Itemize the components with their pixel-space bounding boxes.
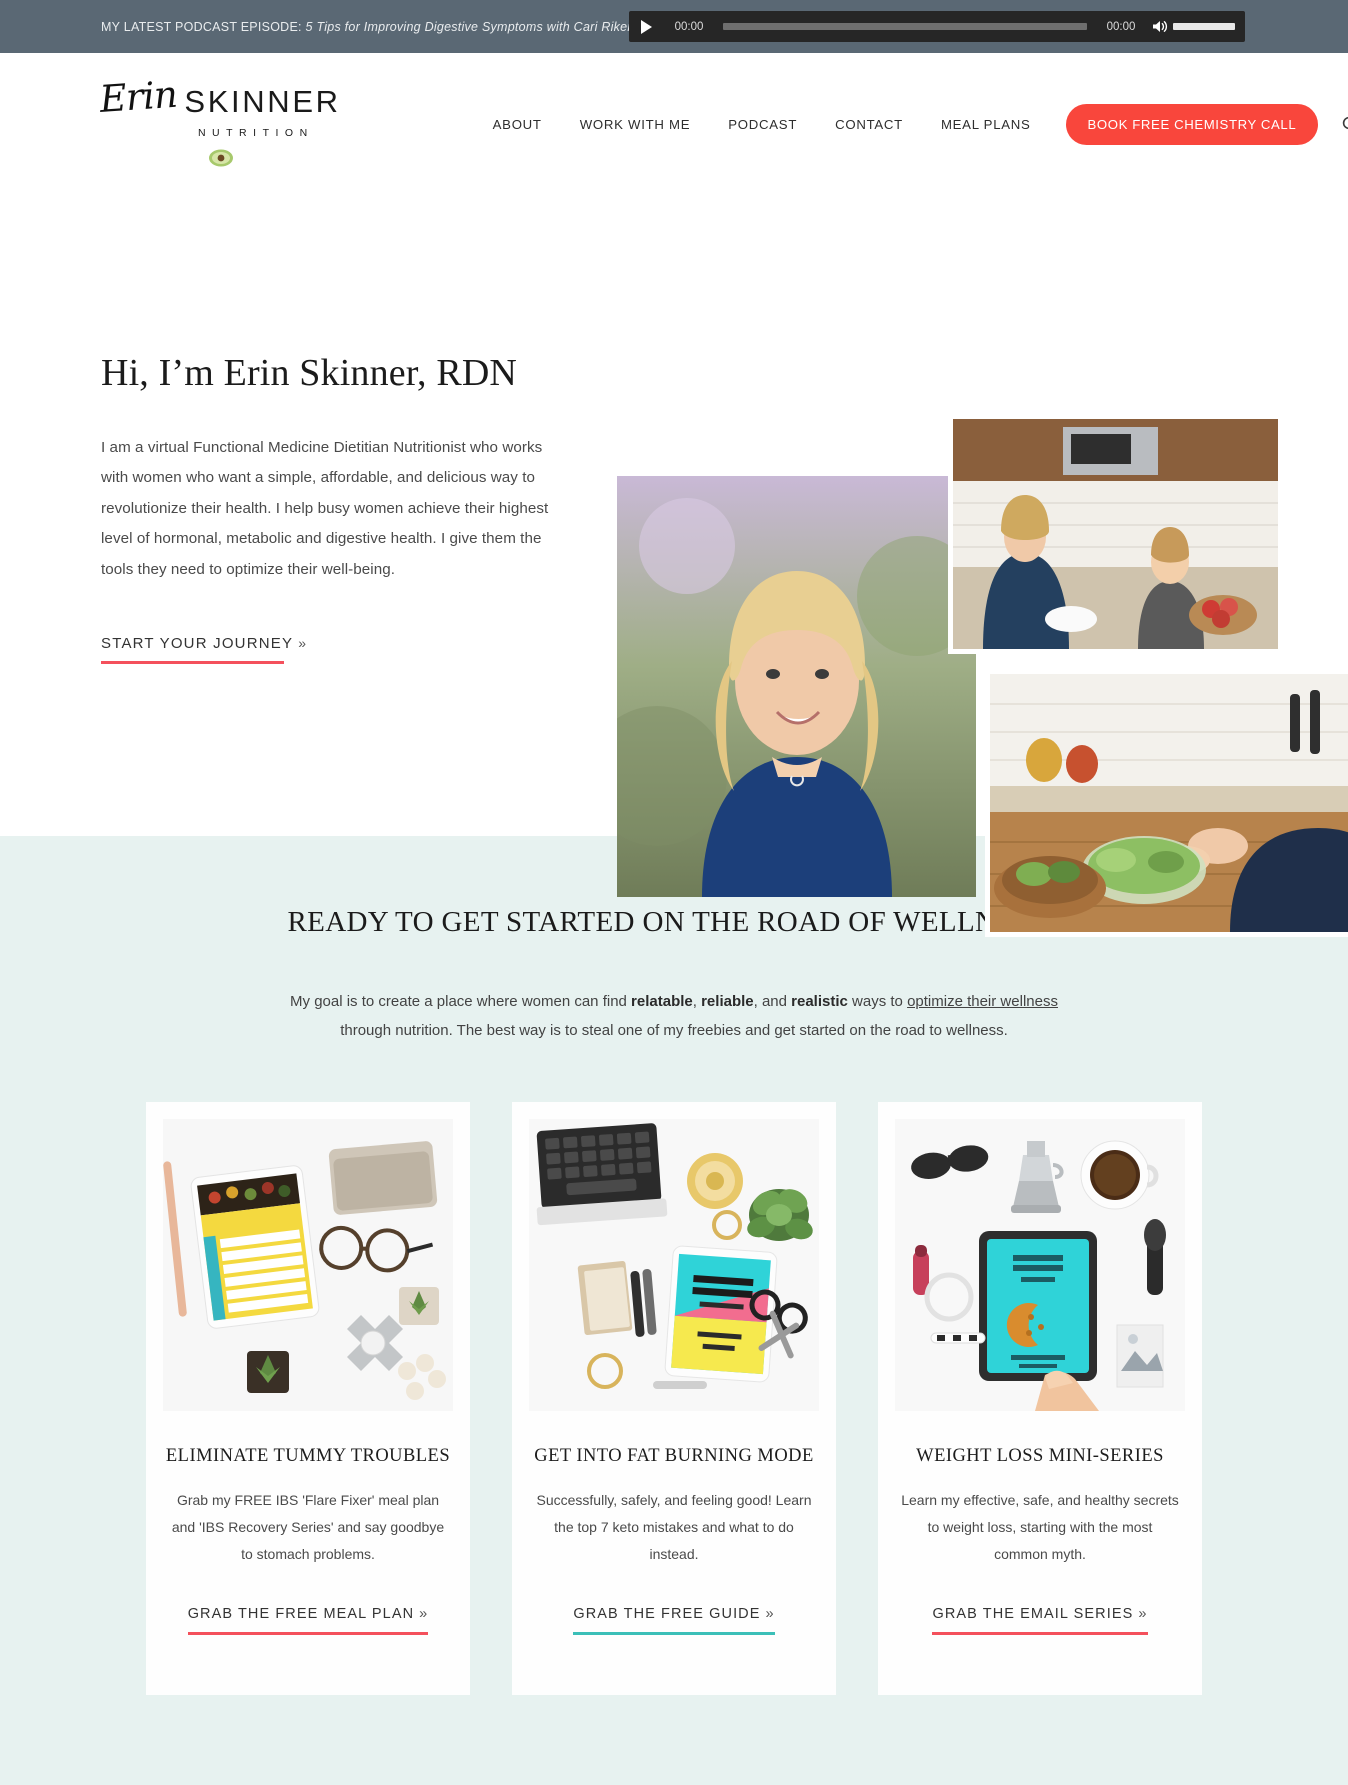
salad-photo bbox=[985, 669, 1348, 937]
podcast-episode-title[interactable]: 5 Tips for Improving Digestive Symptoms … bbox=[306, 20, 632, 34]
card-cta-underline bbox=[932, 1632, 1148, 1636]
podcast-prefix: MY LATEST PODCAST EPISODE: bbox=[101, 19, 302, 34]
card-image-meal-plan bbox=[163, 1118, 453, 1411]
hero-text-block: Hi, I’m Erin Skinner, RDN I am a virtual… bbox=[101, 351, 556, 665]
page-title: Hi, I’m Erin Skinner, RDN bbox=[101, 352, 518, 394]
nav-item-work-with-me[interactable]: WORK WITH ME bbox=[561, 117, 710, 132]
portrait-photo bbox=[617, 476, 976, 897]
card-title: GET INTO FAT BURNING MODE bbox=[534, 1445, 814, 1466]
audio-duration: 00:00 bbox=[1106, 20, 1136, 33]
volume-slider[interactable] bbox=[1173, 23, 1235, 30]
wellness-bold-reliable: reliable bbox=[701, 993, 754, 1010]
card-eliminate-tummy-troubles[interactable]: ELIMINATE TUMMY TROUBLES Grab my FREE IB… bbox=[146, 1101, 470, 1696]
nav-item-about[interactable]: ABOUT bbox=[474, 117, 561, 132]
hero-description: I am a virtual Functional Medicine Dieti… bbox=[101, 439, 549, 578]
logo-script-word: Erin bbox=[98, 72, 179, 121]
wellness-sub-line-2: through nutrition. The best way is to st… bbox=[340, 1022, 1008, 1040]
site-header: Erin SKINNER NUTRITION ABOUT WORK WITH M… bbox=[0, 53, 1348, 196]
card-cta-label: GRAB THE FREE GUIDE bbox=[573, 1606, 761, 1623]
wellness-subtext: My goal is to create a place where women… bbox=[274, 987, 1074, 1046]
card-title: ELIMINATE TUMMY TROUBLES bbox=[165, 1445, 451, 1466]
wellness-sub-part-2: , bbox=[692, 993, 702, 1010]
wellness-sub-part-3: , and bbox=[753, 993, 792, 1010]
wellness-sub-part-1: My goal is to create a place where women… bbox=[290, 993, 632, 1010]
chevron-right-icon: » bbox=[765, 1606, 775, 1623]
card-body: Grab my FREE IBS 'Flare Fixer' meal plan… bbox=[171, 1491, 445, 1563]
start-your-journey-underline bbox=[101, 661, 284, 665]
card-get-into-fat-burning-mode[interactable]: GET INTO FAT BURNING MODE Successfully, … bbox=[512, 1101, 836, 1696]
nav-item-meal-plans[interactable]: MEAL PLANS bbox=[922, 117, 1050, 132]
audio-current-time: 00:00 bbox=[674, 20, 704, 33]
card-cta-underline bbox=[187, 1632, 429, 1636]
hero-section: Hi, I’m Erin Skinner, RDN I am a virtual… bbox=[0, 196, 1348, 937]
audio-player: 00:00 00:00 bbox=[629, 11, 1245, 42]
optimize-wellness-link[interactable]: optimize their wellness bbox=[907, 993, 1058, 1010]
card-cta-label: GRAB THE FREE MEAL PLAN bbox=[187, 1606, 415, 1623]
card-image-keto-guide bbox=[529, 1118, 819, 1411]
chevron-right-icon: » bbox=[419, 1606, 429, 1623]
wellness-bold-relatable: relatable bbox=[631, 993, 693, 1010]
freebie-cards: ELIMINATE TUMMY TROUBLES Grab my FREE IB… bbox=[0, 1101, 1348, 1696]
grab-the-free-guide-link[interactable]: GRAB THE FREE GUIDE» bbox=[573, 1606, 775, 1695]
card-body: Learn my effective, safe, and healthy se… bbox=[901, 1491, 1179, 1563]
card-weight-loss-mini-series[interactable]: WEIGHT LOSS MINI-SERIES Learn my effecti… bbox=[878, 1101, 1202, 1696]
kitchen-photo bbox=[948, 414, 1283, 654]
volume-icon[interactable] bbox=[1147, 19, 1173, 34]
search-icon[interactable] bbox=[1342, 116, 1348, 133]
nav-item-podcast[interactable]: PODCAST bbox=[709, 117, 816, 132]
page-root: MY LATEST PODCAST EPISODE: 5 Tips for Im… bbox=[0, 0, 1348, 1785]
site-logo[interactable]: Erin SKINNER NUTRITION bbox=[98, 73, 341, 168]
chevron-right-icon: » bbox=[1138, 1606, 1148, 1623]
grab-the-free-meal-plan-link[interactable]: GRAB THE FREE MEAL PLAN» bbox=[187, 1606, 429, 1695]
podcast-bar: MY LATEST PODCAST EPISODE: 5 Tips for Im… bbox=[0, 0, 1348, 53]
start-your-journey-label: START YOUR JOURNEY bbox=[101, 635, 294, 653]
card-cta-underline bbox=[573, 1632, 775, 1636]
podcast-episode-label: MY LATEST PODCAST EPISODE: 5 Tips for Im… bbox=[101, 20, 632, 34]
wellness-sub-part-4: ways to bbox=[847, 993, 908, 1010]
book-free-chemistry-call-button[interactable]: BOOK FREE CHEMISTRY CALL bbox=[1065, 104, 1319, 145]
wellness-section: READY TO GET STARTED ON THE ROAD OF WELL… bbox=[0, 836, 1348, 1785]
logo-main-word: SKINNER bbox=[184, 84, 341, 119]
card-body: Successfully, safely, and feeling good! … bbox=[536, 1491, 812, 1563]
wellness-bold-realistic: realistic bbox=[791, 993, 848, 1010]
logo-sub-word: NUTRITION bbox=[197, 127, 314, 139]
nav-item-contact[interactable]: CONTACT bbox=[816, 117, 922, 132]
play-icon[interactable] bbox=[629, 19, 663, 34]
logo-wordmark: Erin SKINNER bbox=[98, 73, 341, 121]
grab-the-email-series-link[interactable]: GRAB THE EMAIL SERIES» bbox=[932, 1606, 1148, 1695]
main-navigation: ABOUT WORK WITH ME PODCAST CONTACT MEAL … bbox=[474, 104, 1348, 145]
start-your-journey-link[interactable]: START YOUR JOURNEY» bbox=[101, 635, 308, 665]
card-cta-label: GRAB THE EMAIL SERIES bbox=[932, 1606, 1134, 1623]
card-title: WEIGHT LOSS MINI-SERIES bbox=[916, 1445, 1164, 1466]
card-image-weight-loss bbox=[895, 1118, 1185, 1411]
chevron-right-icon: » bbox=[298, 635, 308, 652]
avocado-icon bbox=[208, 148, 234, 168]
audio-progress-slider[interactable] bbox=[723, 23, 1087, 30]
